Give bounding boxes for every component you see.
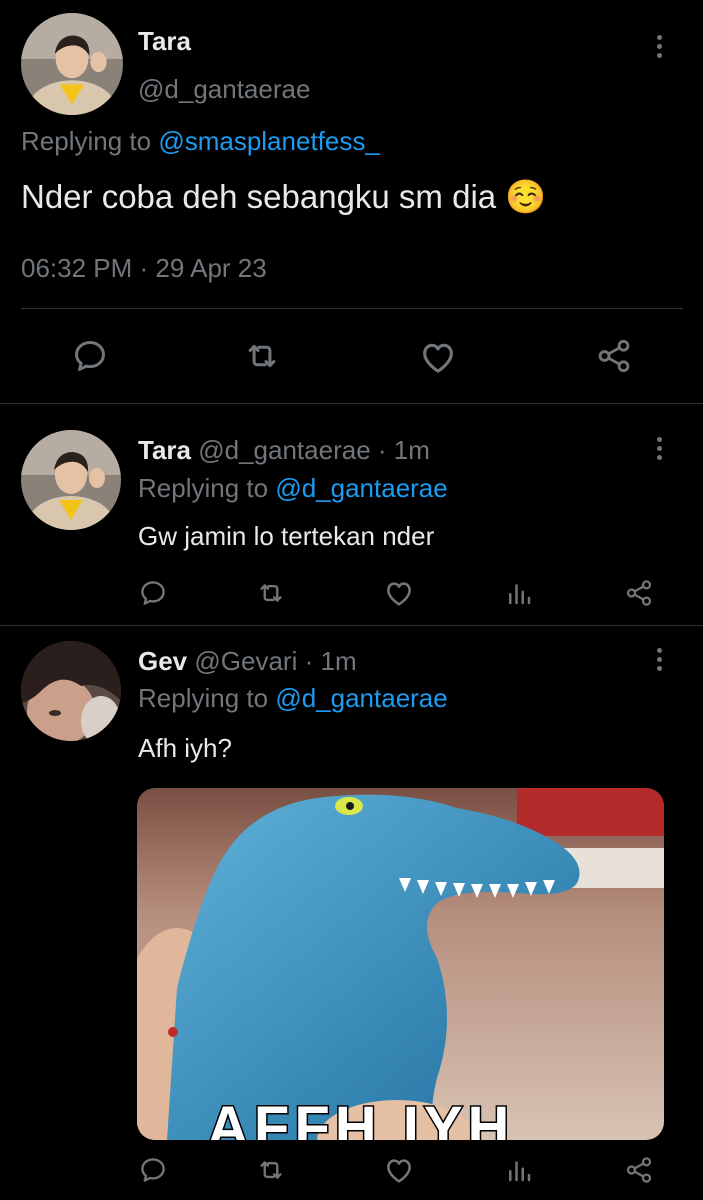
tweet-time: · 1m bbox=[377, 435, 430, 465]
reply-icon[interactable] bbox=[138, 578, 168, 608]
tweet-text: Nder coba deh sebangku sm dia ☺️ bbox=[21, 178, 547, 215]
replying-handle-link[interactable]: @d_gantaerae bbox=[275, 683, 447, 713]
like-icon[interactable] bbox=[383, 577, 415, 609]
replying-prefix: Replying to bbox=[138, 683, 276, 713]
avatar[interactable] bbox=[21, 641, 121, 741]
reply-icon[interactable] bbox=[138, 1155, 168, 1185]
tweet-header: Gev @Gevari · 1m bbox=[138, 646, 357, 677]
share-icon[interactable] bbox=[624, 1155, 654, 1185]
tweet-header: Tara @d_gantaerae · 1m bbox=[138, 435, 430, 466]
like-icon[interactable] bbox=[383, 1154, 415, 1186]
avatar[interactable] bbox=[21, 13, 123, 115]
replying-to: Replying to @d_gantaerae bbox=[138, 473, 448, 504]
replying-prefix: Replying to bbox=[138, 473, 276, 503]
reply-icon[interactable] bbox=[71, 337, 109, 375]
replying-handle-link[interactable]: @d_gantaerae bbox=[275, 473, 447, 503]
retweet-icon[interactable] bbox=[256, 578, 286, 608]
divider bbox=[0, 403, 703, 404]
replying-to: Replying to @smasplanetfess_ bbox=[21, 126, 380, 157]
display-name[interactable]: Tara bbox=[138, 26, 191, 57]
share-icon[interactable] bbox=[595, 337, 633, 375]
tweet-timestamp: 06:32 PM · 29 Apr 23 bbox=[21, 253, 267, 283]
retweet-icon[interactable] bbox=[243, 337, 281, 375]
tweet-text: Afh iyh? bbox=[138, 733, 232, 763]
more-options-icon[interactable] bbox=[657, 35, 663, 59]
user-handle[interactable]: @Gevari bbox=[194, 646, 297, 676]
divider bbox=[21, 308, 683, 309]
tweet-media-image[interactable]: AFFH IYH bbox=[137, 788, 664, 1140]
user-handle[interactable]: @d_gantaerae bbox=[138, 74, 310, 105]
display-name[interactable]: Tara bbox=[138, 435, 191, 465]
replying-prefix: Replying to bbox=[21, 126, 159, 156]
analytics-icon[interactable] bbox=[504, 578, 534, 608]
like-icon[interactable] bbox=[418, 337, 458, 377]
retweet-icon[interactable] bbox=[256, 1155, 286, 1185]
more-options-icon[interactable] bbox=[657, 648, 663, 672]
display-name[interactable]: Gev bbox=[138, 646, 187, 676]
share-icon[interactable] bbox=[624, 578, 654, 608]
divider bbox=[0, 625, 703, 626]
blue-dinosaur-toy-meme-image bbox=[137, 788, 664, 1140]
replying-to: Replying to @d_gantaerae bbox=[138, 683, 448, 714]
replying-handle-link[interactable]: @smasplanetfess_ bbox=[158, 126, 380, 156]
analytics-icon[interactable] bbox=[504, 1155, 534, 1185]
user-handle[interactable]: @d_gantaerae bbox=[198, 435, 370, 465]
meme-caption: AFFH IYH bbox=[205, 1094, 515, 1141]
avatar[interactable] bbox=[21, 430, 121, 530]
more-options-icon[interactable] bbox=[657, 437, 663, 461]
tweet-time: · 1m bbox=[304, 646, 357, 676]
tweet-text: Gw jamin lo tertekan nder bbox=[138, 521, 435, 551]
